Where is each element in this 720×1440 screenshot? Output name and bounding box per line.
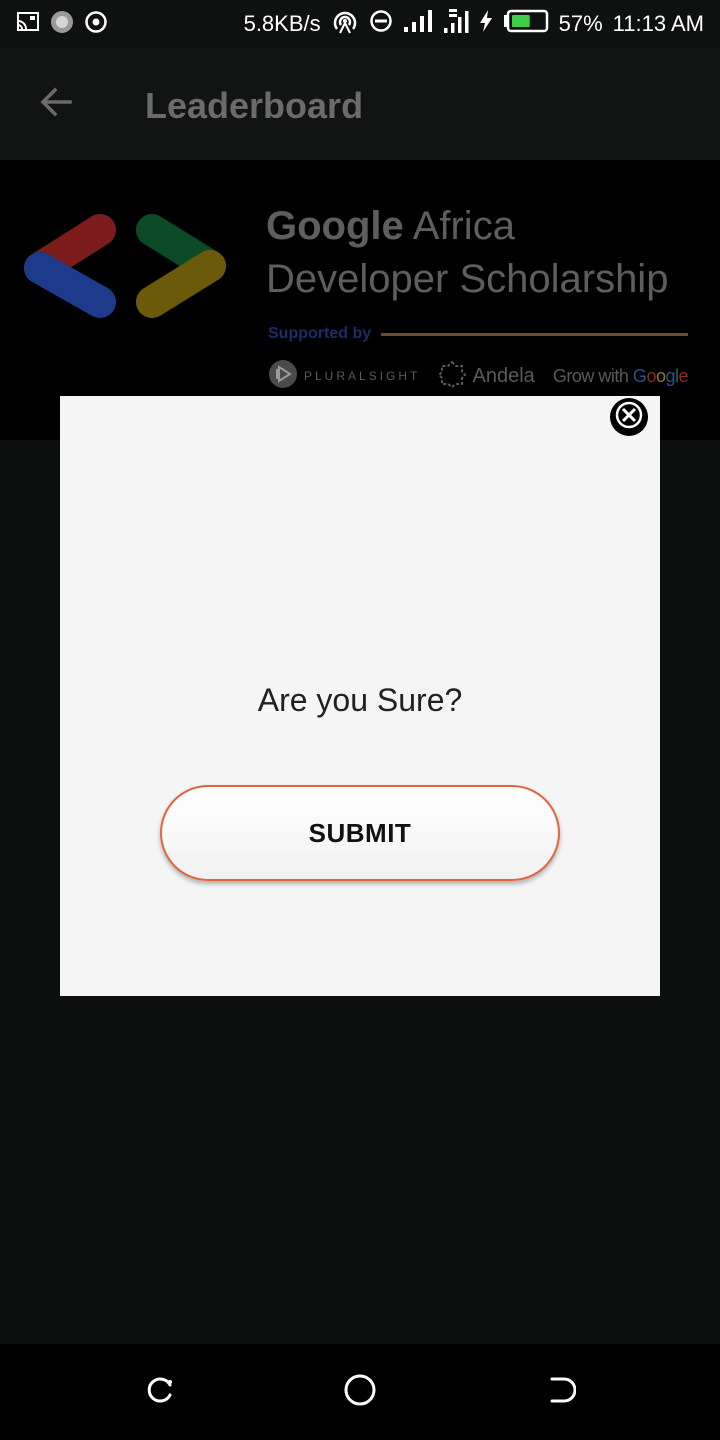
charging-icon [479, 9, 493, 39]
google-developers-logo [20, 210, 230, 325]
google-letter: e [678, 365, 688, 386]
system-navigation-bar [0, 1344, 720, 1440]
do-not-disturb-icon [369, 9, 393, 39]
supported-by-row: Supported by [268, 323, 688, 345]
app-bar: Leaderboard [0, 48, 720, 160]
battery-icon [503, 9, 549, 39]
banner-title-line2: Developer Scholarship [266, 257, 669, 301]
close-icon [615, 401, 643, 434]
divider [381, 332, 688, 336]
google-letter: o [646, 365, 656, 386]
recent-apps-icon [144, 1374, 176, 1411]
network-speed: 5.8KB/s [243, 11, 321, 36]
battery-level-fill [511, 15, 530, 27]
supported-by-label: Supported by [268, 325, 372, 342]
status-bar-notification-icons [16, 10, 108, 39]
status-bar: 5.8KB/s 57% 11:13 AM [0, 0, 720, 48]
andela-label: Andela [472, 364, 535, 387]
back-nav-button[interactable] [540, 1372, 580, 1412]
home-icon [343, 1373, 377, 1412]
recent-apps-button[interactable] [140, 1372, 180, 1412]
pluralsight-icon [268, 359, 298, 394]
google-letter: G [632, 365, 647, 386]
clock: 11:13 AM [612, 11, 704, 36]
close-button[interactable] [610, 398, 648, 436]
sponsor-logos: PLURALSIGHT Andela Grow with Google [268, 359, 689, 394]
grow-with-google-logo: Grow with Google [552, 365, 689, 387]
google-letter: g [665, 365, 675, 386]
grow-with-label: Grow with [552, 365, 633, 386]
pluralsight-logo: PLURALSIGHT [268, 359, 420, 394]
data-signal-icon [443, 8, 469, 40]
app-notification-icon [50, 10, 74, 39]
back-icon [544, 1374, 577, 1411]
arrow-left-icon [38, 84, 74, 125]
andela-icon [438, 360, 467, 393]
andela-logo: Andela [438, 360, 535, 393]
cast-icon [16, 10, 40, 39]
home-button[interactable] [340, 1372, 380, 1412]
target-icon [84, 10, 108, 39]
google-wordmark: Google [632, 365, 689, 387]
signal-icon [403, 9, 433, 39]
back-button[interactable] [30, 78, 82, 130]
banner-title-google: Google [266, 204, 404, 248]
banner-title-africa: Africa [403, 204, 515, 248]
battery-percent: 57% [558, 11, 603, 36]
confirm-dialog: Are you Sure? SUBMIT [60, 396, 660, 996]
page-title: Leaderboard [145, 85, 364, 126]
banner-title-line1: Google Africa [266, 200, 668, 253]
pluralsight-label: PLURALSIGHT [304, 369, 421, 383]
confirm-question: Are you Sure? [257, 682, 463, 718]
banner-title: Google Africa Developer Scholarship [266, 200, 668, 306]
status-bar-system-icons: 5.8KB/s 57% 11:13 AM [244, 0, 704, 48]
hotspot-icon [331, 7, 359, 41]
submit-button[interactable]: SUBMIT [160, 785, 560, 881]
